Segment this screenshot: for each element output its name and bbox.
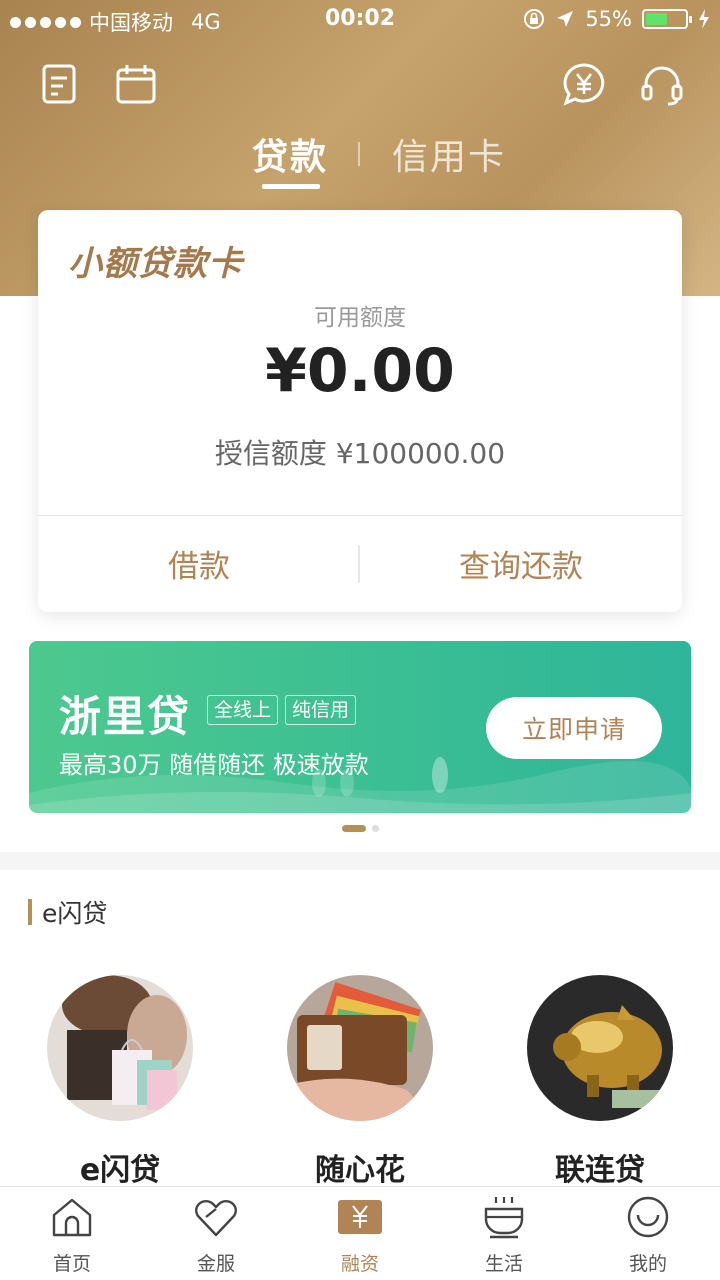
product-name: 随心花	[315, 1153, 405, 1188]
banner-title: 浙里贷	[59, 692, 192, 741]
product-lianlian-loan[interactable]: 联连贷	[527, 975, 673, 1189]
tab-loan[interactable]: 贷款	[252, 128, 328, 180]
tab-active-indicator	[262, 184, 320, 189]
battery-percent: 55%	[585, 7, 632, 31]
product-name: e闪贷	[79, 1153, 161, 1188]
banner-tag: 全线上	[207, 695, 279, 725]
rotation-lock-icon	[524, 9, 545, 29]
charging-icon	[699, 9, 709, 29]
tabbar-label: 首页	[52, 1253, 91, 1275]
location-icon	[557, 11, 574, 27]
promo-banner[interactable]: 浙里贷 全线上 纯信用 最高30万 随借随还 极速放款 立即申请	[29, 641, 691, 813]
tabbar-label: 生活	[484, 1253, 523, 1275]
tabbar-label: 我的	[628, 1253, 667, 1275]
tabbar-label: 融资	[340, 1253, 379, 1275]
available-label: 可用额度	[314, 305, 406, 331]
cup-icon	[484, 1197, 524, 1239]
section-separator	[0, 852, 720, 870]
section-accent-bar	[28, 899, 32, 925]
borrow-button[interactable]: 借款	[38, 515, 360, 612]
section-title: e闪贷	[42, 899, 108, 928]
tabbar-item-life[interactable]: 生活	[432, 1187, 576, 1280]
tabbar-item-finance[interactable]: 金服	[144, 1187, 288, 1280]
product-e-loan[interactable]: e闪贷	[47, 975, 193, 1189]
loan-tabs: 贷款 信用卡	[0, 128, 720, 189]
product-suixinhua[interactable]: 随心花	[287, 975, 433, 1189]
product-name: 联连贷	[555, 1153, 645, 1188]
tabbar-item-financing[interactable]: 融资	[288, 1187, 432, 1280]
loan-card: 小额贷款卡 可用额度 ¥0.00 授信额度 ¥100000.00 借款 查询还款	[38, 210, 682, 612]
repayment-query-button[interactable]: 查询还款	[360, 515, 682, 612]
home-icon	[52, 1198, 92, 1237]
shopping-woman-image	[47, 975, 193, 1121]
banner-pager	[342, 825, 379, 832]
credit-line: 授信额度 ¥100000.00	[214, 437, 506, 470]
banner-subtitle: 最高30万 随借随还 极速放款	[59, 751, 369, 779]
yuan-chat-icon[interactable]	[562, 62, 606, 106]
bottom-tab-bar: 首页 金服 融资 生活 我的	[0, 1186, 720, 1280]
pager-dot	[372, 825, 379, 832]
tabbar-item-mine[interactable]: 我的	[576, 1187, 720, 1280]
banner-tag: 纯信用	[285, 695, 357, 725]
gold-piggy-bank-image	[527, 975, 673, 1121]
tabbar-item-home[interactable]: 首页	[0, 1187, 144, 1280]
available-amount: ¥0.00	[265, 336, 455, 406]
smile-icon	[627, 1196, 669, 1238]
yuan-icon	[338, 1200, 382, 1234]
tabbar-label: 金服	[196, 1253, 235, 1275]
apply-now-button[interactable]: 立即申请	[486, 697, 662, 759]
wallet-image	[287, 975, 433, 1121]
section-header: e闪贷	[28, 894, 107, 930]
card-title: 小额贷款卡	[68, 244, 243, 284]
status-bar: 中国移动 4G 00:02 55%	[0, 0, 720, 40]
battery-icon	[642, 9, 692, 29]
headset-icon[interactable]	[640, 62, 684, 106]
pager-dot-active	[342, 825, 366, 832]
tab-credit-card[interactable]: 信用卡	[392, 128, 506, 180]
bill-icon[interactable]	[38, 62, 82, 106]
heart-icon	[195, 1199, 237, 1237]
calendar-icon[interactable]	[114, 62, 158, 106]
tab-divider	[358, 142, 360, 166]
